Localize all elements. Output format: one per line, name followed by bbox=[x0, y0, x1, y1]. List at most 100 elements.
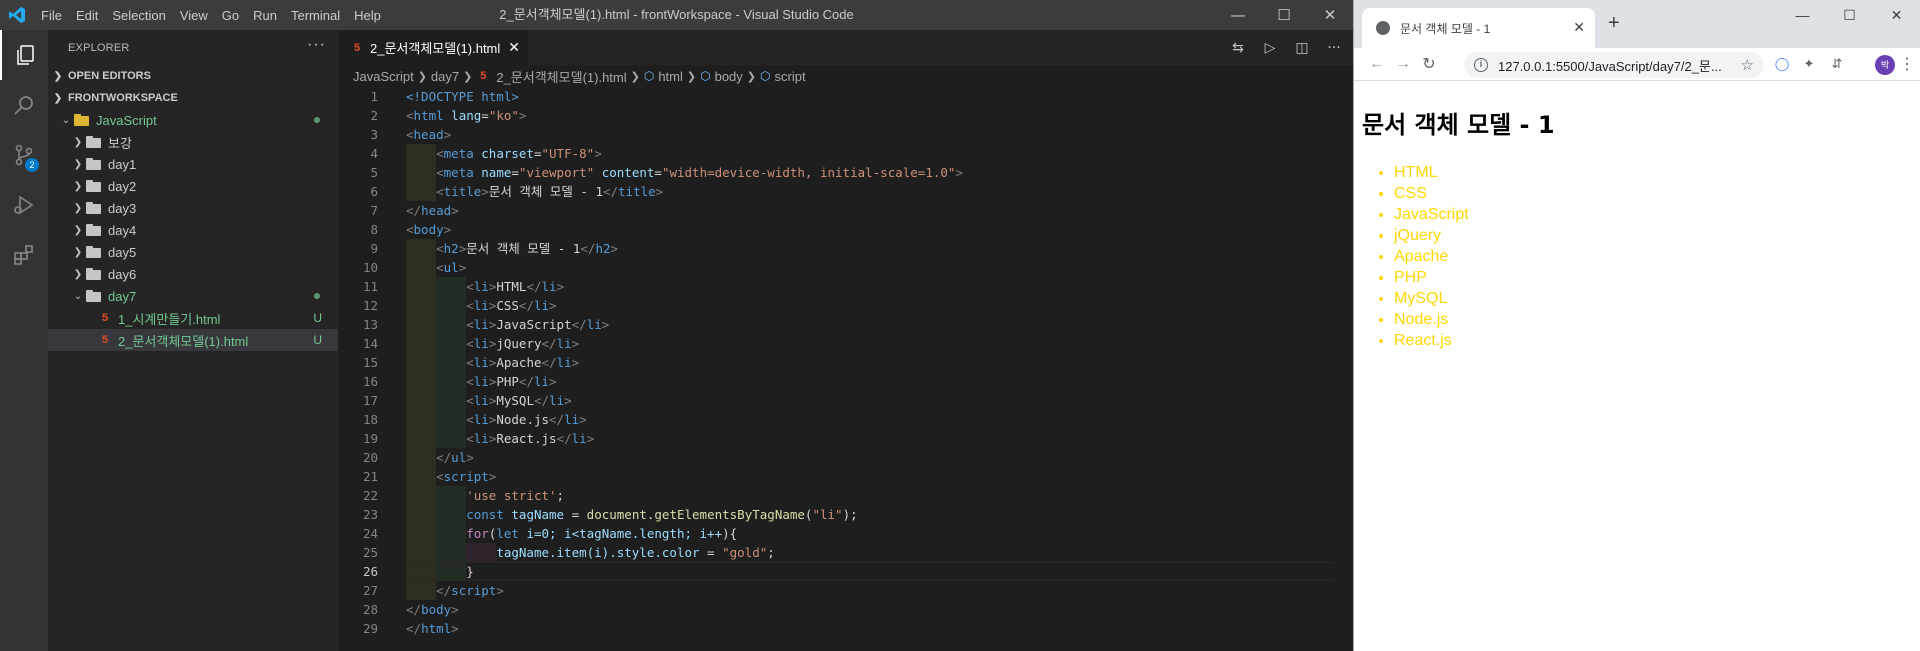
minimize-icon[interactable]: — bbox=[1779, 0, 1826, 30]
editor-tab-active[interactable]: 5 2_문서객체모델(1).html ✕ bbox=[338, 30, 528, 65]
line-number: 29 bbox=[362, 621, 378, 636]
close-icon[interactable]: ✕ bbox=[1307, 0, 1353, 30]
element-icon: ⬡ bbox=[700, 69, 711, 83]
explorer-icon[interactable] bbox=[0, 30, 48, 80]
menu-edit[interactable]: Edit bbox=[69, 8, 105, 23]
close-icon[interactable]: ✕ bbox=[1873, 0, 1920, 30]
menu-go[interactable]: Go bbox=[215, 8, 246, 23]
menu-run[interactable]: Run bbox=[246, 8, 284, 23]
tree-folder-day1[interactable]: ❯ day1 bbox=[48, 153, 338, 175]
breadcrumb-item[interactable]: 2_문서객체모델(1).html bbox=[496, 67, 626, 86]
close-tab-icon[interactable]: ✕ bbox=[1573, 19, 1585, 36]
menu-view[interactable]: View bbox=[173, 8, 215, 23]
code-line: 3 <head> bbox=[338, 125, 1353, 144]
new-tab-icon[interactable]: + bbox=[1608, 12, 1620, 35]
line-number: 10 bbox=[362, 260, 378, 275]
tree-folder-day5[interactable]: ❯ day5 bbox=[48, 241, 338, 263]
breadcrumb-item[interactable]: body bbox=[715, 69, 743, 84]
tree-folder-day2[interactable]: ❯ day2 bbox=[48, 175, 338, 197]
address-bar[interactable]: i 127.0.0.1:5500/JavaScript/day7/2_문... … bbox=[1464, 52, 1764, 78]
extensions-icon[interactable] bbox=[0, 230, 48, 280]
list-item: Apache bbox=[1394, 246, 1912, 267]
editor-tabs: 5 2_문서객체모델(1).html ✕ ⇆ ▷ ◫ ··· bbox=[338, 30, 1353, 65]
tree-folder-label: day5 bbox=[108, 244, 137, 260]
run-debug-icon[interactable] bbox=[0, 180, 48, 230]
open-changes-icon[interactable]: ⇆ bbox=[1229, 40, 1247, 56]
menu-file[interactable]: File bbox=[34, 8, 69, 23]
chevron-right-icon: ❯ bbox=[630, 70, 640, 83]
workspace-label: FRONTWORKSPACE bbox=[68, 92, 178, 104]
source-control-icon[interactable]: 2 bbox=[0, 130, 48, 180]
code-line: 28 </body> bbox=[338, 600, 1353, 619]
tree-folder-javascript[interactable]: ⌄ JavaScript bbox=[48, 109, 338, 131]
code-line: 9 <h2>문서 객체 모델 - 1</h2> bbox=[338, 239, 1353, 258]
open-editors-section[interactable]: ❯ OPEN EDITORS bbox=[48, 65, 338, 87]
folder-icon bbox=[86, 290, 102, 302]
h2-text: 문서 객체 모델 - 1 bbox=[466, 241, 581, 256]
li-text: CSS bbox=[496, 298, 519, 313]
tree-file-dom-model[interactable]: 5 2_문서객체모델(1).html U bbox=[48, 329, 338, 351]
code-editor[interactable]: 1 <!DOCTYPE html> 2 <html lang="ko"> 3 <hea… bbox=[338, 87, 1353, 651]
tree-folder-day3[interactable]: ❯ day3 bbox=[48, 197, 338, 219]
html5-icon: 5 bbox=[101, 312, 109, 324]
maximize-icon[interactable]: ☐ bbox=[1261, 0, 1307, 30]
split-editor-icon[interactable]: ◫ bbox=[1293, 40, 1311, 56]
puzzle-icon[interactable]: ✦ bbox=[1799, 54, 1819, 74]
editor-scrollbar[interactable] bbox=[1339, 87, 1353, 651]
browser-tab-title: 문서 객체 모델 - 1 bbox=[1400, 21, 1491, 36]
tree-folder-day6[interactable]: ❯ day6 bbox=[48, 263, 338, 285]
breadcrumb-item[interactable]: day7 bbox=[431, 69, 459, 84]
browser-toolbar: ← → ↻ i 127.0.0.1:5500/JavaScript/day7/2… bbox=[1354, 48, 1920, 81]
back-icon[interactable]: ← bbox=[1364, 55, 1390, 73]
browser-tab-strip: 문서 객체 모델 - 1 ✕ + — ☐ ✕ bbox=[1354, 0, 1920, 48]
info-icon[interactable]: i bbox=[1474, 58, 1488, 72]
breadcrumb-item[interactable]: script bbox=[775, 69, 806, 84]
line-number: 1 bbox=[370, 89, 378, 104]
extension-icon[interactable]: ⇵ bbox=[1827, 54, 1847, 74]
page-heading: 문서 객체 모델 - 1 bbox=[1362, 111, 1555, 139]
menu-selection[interactable]: Selection bbox=[105, 8, 172, 23]
more-actions-icon[interactable]: ··· bbox=[1325, 40, 1343, 56]
tab-label: 2_문서객체모델(1).html bbox=[370, 41, 501, 56]
avatar[interactable]: 박 bbox=[1875, 55, 1895, 75]
forward-icon[interactable]: → bbox=[1390, 55, 1416, 73]
globe-icon bbox=[1376, 21, 1390, 35]
folder-icon bbox=[86, 246, 102, 258]
code-line: 29 </html> bbox=[338, 619, 1353, 638]
const-var: tagName bbox=[511, 507, 565, 522]
maximize-icon[interactable]: ☐ bbox=[1826, 0, 1873, 30]
tree-folder-label: day6 bbox=[108, 266, 137, 282]
tree-file-clock[interactable]: 5 1_시계만들기.html U bbox=[48, 307, 338, 329]
run-icon[interactable]: ▷ bbox=[1261, 40, 1279, 56]
tree-folder-bogang[interactable]: ❯ 보강 bbox=[48, 131, 338, 153]
list-item: jQuery bbox=[1394, 225, 1912, 246]
tree-folder-label: day3 bbox=[108, 200, 137, 216]
code-line: 11 <li>HTML</li> bbox=[338, 277, 1353, 296]
chevron-right-icon: ❯ bbox=[686, 70, 697, 83]
line-number: 19 bbox=[362, 431, 378, 446]
viewport-name: "viewport" bbox=[518, 165, 595, 180]
reload-icon[interactable]: ↻ bbox=[1416, 54, 1442, 74]
search-icon[interactable] bbox=[0, 80, 48, 130]
browser-tab[interactable]: 문서 객체 모델 - 1 ✕ bbox=[1362, 8, 1595, 48]
element-icon: ⬡ bbox=[643, 69, 655, 83]
more-menu-icon[interactable]: ⋮ bbox=[1897, 54, 1917, 74]
menu-help[interactable]: Help bbox=[347, 8, 388, 23]
bookmark-star-icon[interactable]: ☆ bbox=[1741, 56, 1754, 74]
extension-icon[interactable]: ◯ bbox=[1772, 54, 1792, 74]
chevron-right-icon: ❯ bbox=[463, 70, 473, 83]
chevron-right-icon: ❯ bbox=[417, 70, 427, 83]
menu-terminal[interactable]: Terminal bbox=[284, 8, 347, 23]
code-line: 23 const tagName = document.getElementsB… bbox=[338, 505, 1353, 524]
element-icon: ⬡ bbox=[760, 69, 771, 83]
minimize-icon[interactable]: — bbox=[1215, 0, 1261, 30]
breadcrumb-item[interactable]: JavaScript bbox=[353, 69, 414, 84]
tree-folder-day7[interactable]: ⌄ day7 bbox=[48, 285, 338, 307]
title-text: 문서 객체 모델 - 1 bbox=[488, 184, 603, 199]
close-tab-icon[interactable]: ✕ bbox=[508, 39, 520, 56]
more-actions-icon[interactable]: ··· bbox=[307, 36, 326, 54]
tree-folder-day4[interactable]: ❯ day4 bbox=[48, 219, 338, 241]
breadcrumb-item[interactable]: html bbox=[658, 69, 683, 84]
open-editors-label: OPEN EDITORS bbox=[68, 70, 151, 82]
workspace-section[interactable]: ❯ FRONTWORKSPACE bbox=[48, 87, 338, 109]
